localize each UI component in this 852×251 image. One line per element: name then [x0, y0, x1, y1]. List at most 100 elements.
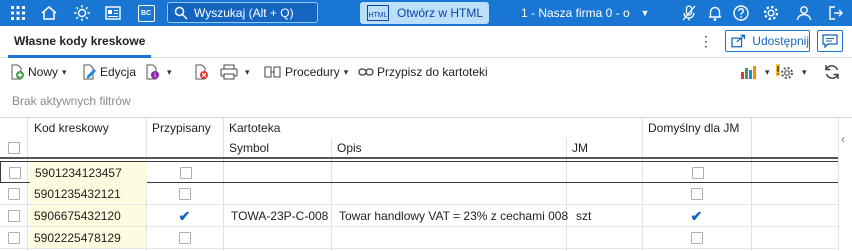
company-label: 1 - Nasza firma 0 - o [521, 6, 630, 20]
company-selector[interactable]: 1 - Nasza firma 0 - o [521, 0, 640, 26]
new-chevron-down-icon[interactable]: ▾ [62, 67, 67, 78]
assigned-checkbox[interactable] [179, 166, 192, 179]
search-icon [174, 6, 188, 20]
procedures-button[interactable]: Procedury ▾ [264, 62, 348, 82]
header-unit[interactable]: JM [566, 138, 588, 157]
open-in-html-button[interactable]: HTML Otwórz w HTML [360, 2, 489, 24]
row-select-checkbox[interactable] [7, 209, 20, 222]
warning-settings-icon [776, 64, 793, 79]
description-cell[interactable] [339, 183, 566, 204]
unit-cell[interactable]: szt [576, 205, 642, 226]
description-cell[interactable] [340, 162, 567, 183]
select-all-checkbox[interactable] [8, 141, 20, 154]
description-cell[interactable] [339, 227, 566, 248]
row-select-cell [0, 183, 27, 204]
unit-cell[interactable] [577, 162, 643, 183]
print-chevron-down-icon[interactable]: ▾ [245, 67, 250, 78]
delete-button[interactable] [193, 62, 212, 82]
header-symbol[interactable]: Symbol [223, 138, 269, 157]
logout-icon[interactable] [826, 3, 846, 23]
chart-chevron-down-icon[interactable]: ▾ [765, 67, 770, 78]
search-input[interactable]: Wyszukaj (Alt + Q) [167, 2, 318, 23]
bc-label: BC [137, 4, 155, 22]
default-unit-cell [642, 227, 751, 248]
printer-icon [220, 64, 238, 80]
delete-document-icon [195, 64, 208, 80]
row-select-checkbox[interactable] [7, 231, 20, 244]
procedures-chevron-down-icon[interactable]: ▾ [344, 67, 349, 78]
share-label: Udostępnij [752, 34, 809, 48]
refresh-button[interactable] [823, 62, 844, 82]
more-options-icon[interactable]: ⋮ [699, 33, 713, 50]
chat-button[interactable] [817, 30, 843, 52]
default-checkbox[interactable] [690, 231, 703, 244]
print-button[interactable]: ▾ [220, 62, 250, 82]
mute-microphone-icon[interactable] [679, 3, 699, 23]
symbol-cell[interactable] [231, 183, 331, 204]
assigned-check-icon[interactable]: ✔ [179, 209, 191, 223]
view-settings-chevron-down-icon[interactable]: ▾ [802, 67, 807, 78]
header-card[interactable]: Kartoteka [223, 118, 280, 138]
description-cell[interactable]: Towar handlowy VAT = 23% z cechami 008 [339, 205, 568, 226]
default-unit-cell [643, 162, 752, 183]
bc-icon[interactable]: BC [136, 3, 156, 23]
home-icon[interactable] [39, 3, 59, 23]
default-checkbox[interactable] [690, 187, 703, 200]
assigned-checkbox[interactable] [178, 187, 191, 200]
table-row[interactable]: 5906675432120 ✔ TOWA-23P-C-008 Towar handlo… [0, 205, 852, 227]
new-document-icon [11, 64, 24, 80]
default-checkbox[interactable] [691, 166, 704, 179]
help-icon[interactable] [731, 3, 751, 23]
header-default-unit[interactable]: Domyślny dla JM [642, 118, 739, 138]
settings-gear-icon[interactable] [761, 3, 781, 23]
assigned-cell [147, 162, 224, 183]
symbol-cell[interactable] [232, 162, 332, 183]
theme-sun-icon[interactable] [72, 3, 92, 23]
grid-menu-icon[interactable] [8, 3, 28, 23]
assigned-cell [146, 227, 223, 248]
assign-to-card-button[interactable]: Przypisz do kartoteki [358, 62, 488, 82]
share-button[interactable]: Udostępnij [725, 30, 810, 52]
info-button[interactable]: i ▾ [144, 62, 172, 82]
search-placeholder: Wyszukaj (Alt + Q) [194, 5, 294, 20]
barcode-cell[interactable]: 5901234123457 [30, 162, 147, 183]
barcode-cell[interactable]: 5906675432120 [29, 205, 146, 226]
grid-header-row: Kod kreskowy Przypisany Kartoteka Domyśl… [0, 118, 852, 138]
barcode-cell[interactable]: 5902225478129 [29, 227, 146, 248]
share-icon [731, 34, 746, 48]
unit-cell[interactable] [576, 227, 642, 248]
collapse-panel-chevron-icon[interactable]: ‹ [841, 132, 845, 146]
row-select-checkbox[interactable] [7, 187, 20, 200]
chart-view-button[interactable]: ▾ [740, 62, 770, 82]
info-chevron-down-icon[interactable]: ▾ [167, 67, 172, 78]
table-row[interactable]: 5901235432121 [0, 183, 852, 205]
row-select-checkbox[interactable] [8, 166, 21, 179]
vertical-scrollbar[interactable]: ‹ [838, 118, 852, 251]
unit-cell[interactable] [576, 183, 642, 204]
notifications-bell-icon[interactable] [705, 3, 725, 23]
edit-button[interactable]: Edycja [81, 62, 136, 82]
row-select-cell [0, 205, 27, 226]
filter-status: Brak aktywnych filtrów [12, 94, 131, 108]
barcode-cell[interactable]: 5901235432121 [29, 183, 146, 204]
company-chevron-down-icon[interactable]: ▼ [640, 3, 650, 23]
default-check-icon[interactable]: ✔ [691, 209, 703, 223]
table-row[interactable]: 5901234123457 [0, 161, 852, 183]
view-settings-button[interactable]: ▾ [775, 62, 807, 82]
procedures-label: Procedury [285, 65, 340, 79]
header-assigned[interactable]: Przypisany [146, 118, 211, 138]
user-avatar-icon[interactable] [794, 3, 814, 23]
header-description[interactable]: Opis [331, 138, 362, 157]
symbol-cell[interactable]: TOWA-23P-C-008 [231, 205, 331, 226]
new-button[interactable]: Nowy ▾ [9, 62, 67, 82]
table-row[interactable]: 5902225478129 [0, 227, 852, 249]
symbol-cell[interactable] [231, 227, 331, 248]
news-icon[interactable] [103, 3, 123, 23]
assigned-checkbox[interactable] [178, 231, 191, 244]
html-icon: HTML [367, 5, 389, 21]
header-code[interactable]: Kod kreskowy [28, 118, 109, 138]
chat-icon [822, 34, 838, 48]
tab-custom-barcodes[interactable]: Własne kody kreskowe [8, 26, 152, 58]
default-unit-cell [642, 183, 751, 204]
default-unit-cell: ✔ [642, 205, 751, 226]
